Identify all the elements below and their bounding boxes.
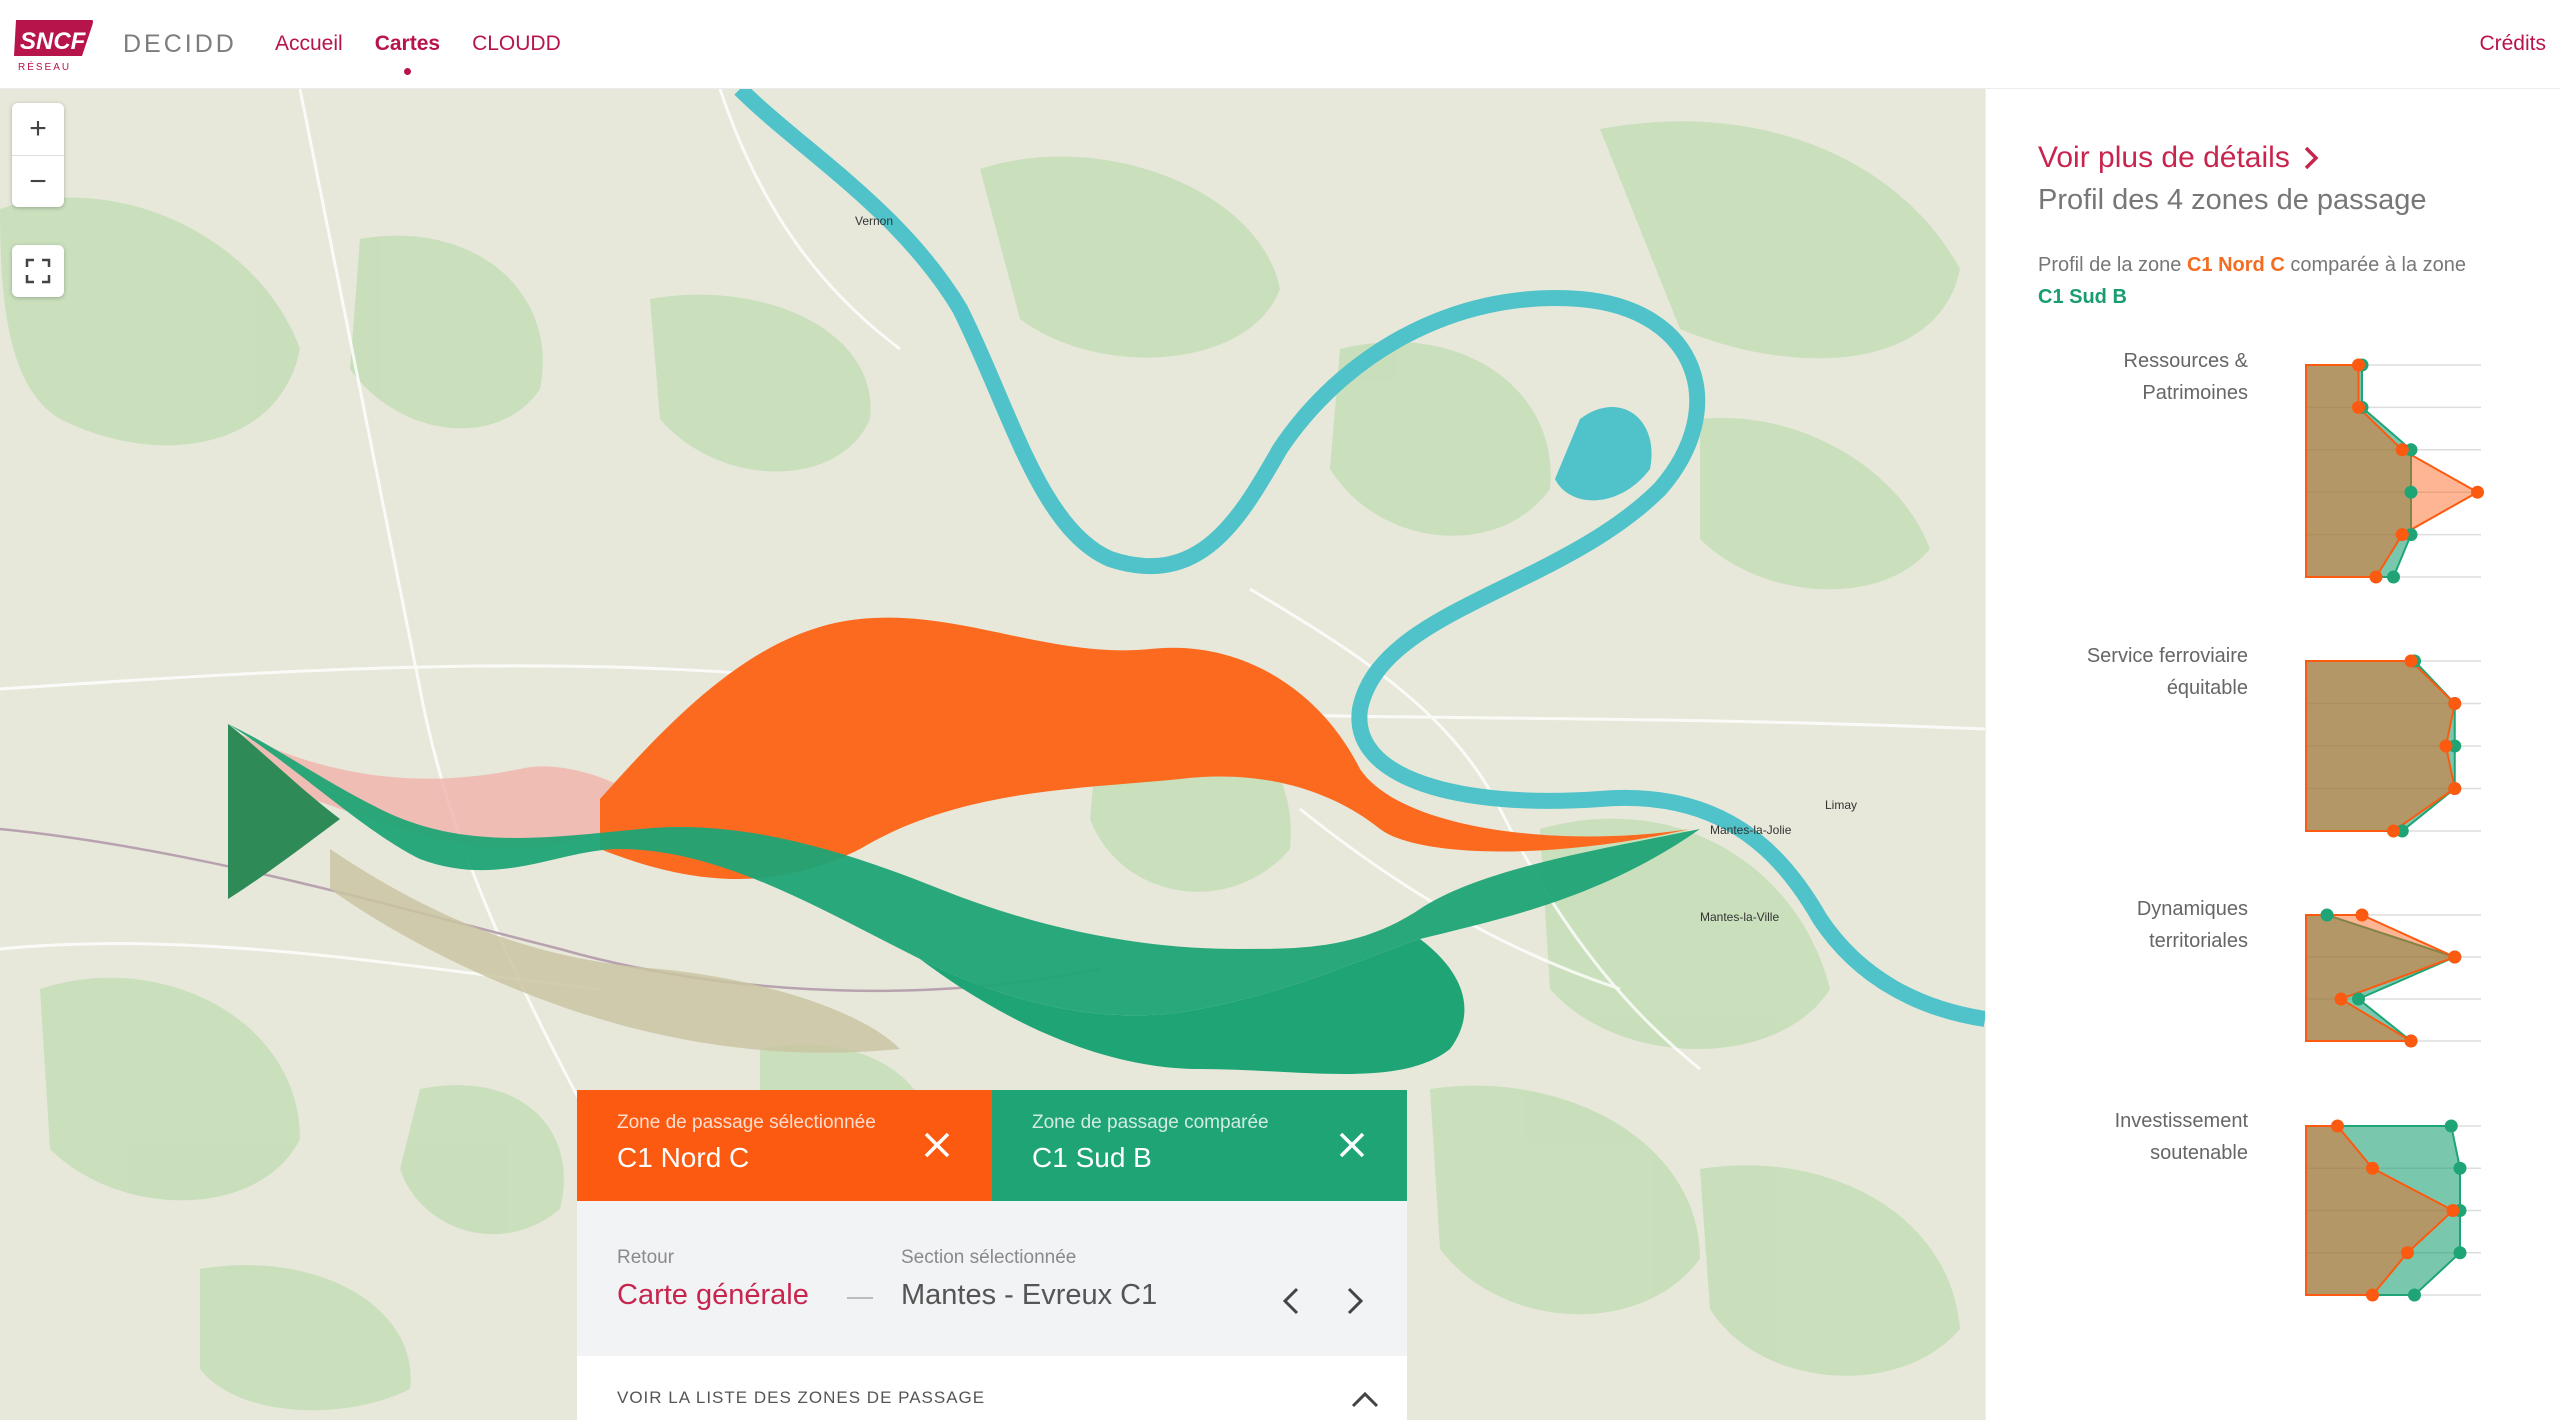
app-name: DECIDD (123, 30, 237, 58)
selected-zone-card[interactable]: Zone de passage sélectionnée C1 Nord C (577, 1090, 992, 1201)
profile-area-selected (2305, 914, 2458, 1042)
fullscreen-icon (25, 258, 51, 284)
section-navigation: Retour Carte générale Section sélectionn… (577, 1201, 1407, 1356)
profile-point-selected (2446, 1204, 2460, 1217)
back-kicker: Retour (617, 1247, 675, 1268)
profile-point-compared (2453, 1161, 2467, 1175)
map-label-mantes-la-jolie: Mantes-la-Jolie (1710, 823, 1792, 837)
close-compared-zone-icon[interactable] (1335, 1128, 1369, 1162)
map-label-vernon: Vernon (855, 214, 893, 228)
credits-link[interactable]: Crédits (2479, 32, 2546, 56)
zone-list-toggle[interactable]: VOIR LA LISTE DES ZONES DE PASSAGE (577, 1356, 1407, 1420)
nav-cartes-label: Cartes (374, 32, 441, 55)
profile-point-selected (2448, 782, 2462, 795)
nav-cloudd[interactable]: CLOUDD (472, 32, 561, 56)
profile-point-compared (2453, 1246, 2467, 1260)
selected-zone-kicker: Zone de passage sélectionnée (617, 1112, 876, 1133)
profile-point-selected (2404, 654, 2418, 668)
top-navigation-bar: SNCF RÉSEAU DECIDD Accueil Cartes CLOUDD… (0, 0, 2560, 89)
compared-zone-name: C1 Sud B (1032, 1142, 1152, 1173)
nav-accueil[interactable]: Accueil (275, 32, 343, 56)
zoom-in-button[interactable]: + (12, 103, 64, 155)
active-indicator (404, 68, 412, 75)
profile-point-compared (2404, 485, 2418, 499)
profile-point-selected (2366, 1288, 2379, 1302)
logo-wordmark: SNCF (20, 28, 87, 55)
map-label-mantes-la-ville: Mantes-la-Ville (1700, 910, 1779, 924)
main-nav: Accueil Cartes CLOUDD (275, 32, 561, 75)
profile-point-compared (2352, 992, 2365, 1006)
profile-point-selected (2355, 908, 2369, 922)
nav-cartes[interactable]: Cartes (374, 32, 441, 75)
close-selected-zone-icon[interactable] (920, 1128, 954, 1162)
profile-side-panel: Voir plus de détails Profil des 4 zones … (1985, 89, 2560, 1420)
compared-zone-card[interactable]: Zone de passage comparée C1 Sud B (992, 1090, 1407, 1201)
profile-point-selected (2395, 443, 2409, 457)
profile-point-selected (2366, 1161, 2379, 1175)
sncf-reseau-logo[interactable]: SNCF RÉSEAU (12, 16, 96, 74)
profile-point-selected (2352, 400, 2365, 414)
profile-point-selected (2395, 528, 2409, 542)
fullscreen-button[interactable] (12, 245, 64, 297)
section-name: Mantes - Evreux C1 (901, 1279, 1158, 1311)
profile-point-selected (2334, 992, 2348, 1006)
section-kicker: Section sélectionnée (901, 1247, 1077, 1268)
profile-point-selected (2401, 1246, 2414, 1260)
compared-zone-kicker: Zone de passage comparée (1032, 1112, 1269, 1133)
criteria-profile-charts (2305, 358, 2484, 1302)
profile-point-selected (2404, 1034, 2418, 1048)
profile-area-selected (2305, 364, 2480, 578)
profile-point-compared (2320, 908, 2334, 922)
profile-point-selected (2471, 485, 2484, 499)
zone-cards: Zone de passage sélectionnée C1 Nord C Z… (577, 1090, 1407, 1201)
separator-dash (847, 1297, 873, 1299)
logo-subtitle: RÉSEAU (18, 60, 71, 73)
profile-point-selected (2369, 570, 2383, 584)
zone-comparison-panel: Zone de passage sélectionnée C1 Nord C Z… (577, 1090, 1407, 1420)
map-label-limay: Limay (1825, 798, 1857, 812)
profile-point-selected (2387, 824, 2400, 838)
profile-point-selected (2352, 358, 2365, 372)
profile-point-compared (2444, 1119, 2458, 1133)
chevron-up-icon[interactable] (1349, 1388, 1381, 1412)
profile-point-selected (2331, 1119, 2344, 1133)
back-to-general-map-link[interactable]: Carte générale (617, 1279, 809, 1312)
profile-point-selected (2448, 950, 2462, 964)
profile-point-selected (2448, 697, 2462, 710)
profile-point-compared (2387, 570, 2400, 584)
selected-zone-name: C1 Nord C (617, 1142, 750, 1173)
profile-point-compared (2408, 1288, 2421, 1302)
zoom-out-button[interactable]: − (12, 155, 64, 207)
zone-list-label: VOIR LA LISTE DES ZONES DE PASSAGE (617, 1388, 986, 1407)
zoom-control: + − (12, 103, 64, 207)
profile-point-selected (2439, 739, 2453, 753)
previous-section-icon[interactable] (1277, 1281, 1307, 1321)
next-section-icon[interactable] (1339, 1281, 1369, 1321)
